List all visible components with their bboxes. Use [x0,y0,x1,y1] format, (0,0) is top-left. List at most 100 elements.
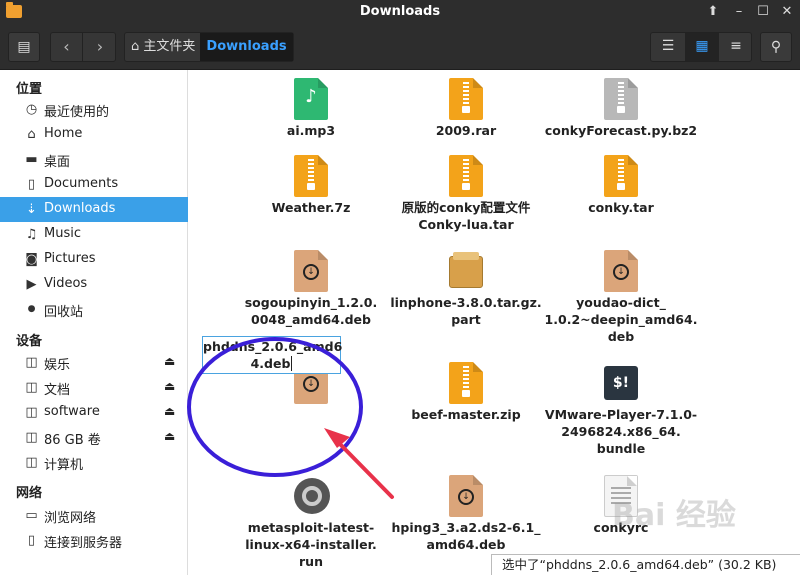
camera-icon: ◙ [25,252,38,267]
file-name: ai.mp3 [231,122,391,139]
document-icon: ▯ [27,177,36,192]
package-file-icon [449,250,483,292]
status-bar: 选中了“phddns_2.0.6_amd64.deb” (30.2 KB) [491,554,800,575]
deb-file-icon: ↓ [294,250,328,292]
breadcrumb: ⌂ 主文件夹 Downloads [124,32,294,62]
file-name-line: VMware-Player-7.1.0- [544,407,698,422]
sidebar-item-device-entertainment[interactable]: ◫ 娱乐 ⏏ [0,350,188,375]
sidebar-item-documents[interactable]: ▯ Documents [0,172,188,197]
file-name-line: 1.0.2~deepin_amd64. [544,312,698,327]
sidebar-item-recent[interactable]: ◷ 最近使用的 [0,97,188,122]
file-name-line: Weather.7z [271,200,351,215]
eject-icon[interactable]: ⏏ [164,404,175,418]
file-item[interactable]: 原版的conky配置文件 Conky-lua.tar [386,155,546,233]
archive-file-icon [449,362,483,404]
file-name-line: beef-master.zip [411,407,521,422]
file-name: sogoupinyin_1.2.0. 0048_amd64.deb [231,294,391,328]
file-name-line: run [299,554,323,569]
file-name-line: youdao-dict_ [576,295,666,310]
trash-icon: ● [27,304,36,314]
baidu-watermark: Bai 经验 [612,498,736,533]
sidebar-item-computer[interactable]: ◫ 计算机 [0,450,188,475]
maximize-up-icon[interactable]: ⬆ [704,3,722,21]
home-icon: ⌂ [27,127,36,142]
file-item[interactable]: 2009.rar [386,78,546,139]
breadcrumb-downloads[interactable]: Downloads [200,33,293,61]
file-item[interactable]: Weather.7z [231,155,391,216]
sidebar-item-device-documents[interactable]: ◫ 文档 ⏏ [0,375,188,400]
server-icon: ▯ [27,533,36,548]
close-button[interactable]: ✕ [778,3,796,21]
file-name-line: metasploit-latest- [247,520,375,535]
sidebar-item-music[interactable]: ♫ Music [0,222,188,247]
view-mode-buttons: ☰ ▦ ≡ [650,32,752,62]
file-name-line: 0048_amd64.deb [251,312,371,327]
file-item[interactable]: beef-master.zip [386,362,546,423]
file-item[interactable]: ↓ youdao-dict_ 1.0.2~deepin_amd64. deb [541,250,701,345]
search-button[interactable]: ⚲ [760,32,792,62]
list-view-icon[interactable]: ☰ [651,33,685,61]
nav-buttons: ‹ › [50,32,116,62]
file-name: Weather.7z [231,199,391,216]
breadcrumb-home[interactable]: ⌂ 主文件夹 [125,33,200,61]
file-name: metasploit-latest-linux-x64-installer. ru… [231,519,391,570]
places-header: 位置 [16,82,43,97]
sidebar-item-downloads[interactable]: ⇣ Downloads [0,197,188,222]
eject-icon[interactable]: ⏏ [164,379,175,393]
minimize-button[interactable]: – [730,3,748,21]
file-name-line: ai.mp3 [286,123,336,138]
file-item[interactable]: $! VMware-Player-7.1.0- 2496824.x86_64. bun… [541,362,701,457]
file-item[interactable]: metasploit-latest-linux-x64-installer. ru… [231,475,391,570]
video-icon: ▶ [26,277,37,292]
sidebar-item-connect-server[interactable]: ▯ 连接到服务器 [0,528,188,553]
clock-icon: ◷ [25,102,38,117]
eject-icon[interactable]: ⏏ [164,429,175,443]
file-item[interactable]: ↓ sogoupinyin_1.2.0. 0048_amd64.deb [231,250,391,328]
file-item[interactable]: conky.tar [541,155,701,216]
sidebar-item-device-software[interactable]: ◫ software ⏏ [0,400,188,425]
download-icon: ⇣ [26,202,37,217]
deb-file-icon: ↓ [449,475,483,517]
file-name: youdao-dict_ 1.0.2~deepin_amd64.deb [541,294,701,345]
audio-file-icon: ♪ [294,78,328,120]
sidebar-item-videos[interactable]: ▶ Videos [0,272,188,297]
drive-icon: ◫ [25,455,38,470]
file-name-line: linphone-3.8.0.tar.gz. [390,295,542,310]
file-item[interactable]: ♪ ai.mp3 [231,78,391,139]
file-name-line: 2009.rar [435,123,497,138]
sidebar-item-home[interactable]: ⌂ Home [0,122,188,147]
file-item[interactable]: conkyForecast.py.bz2 [541,78,701,139]
sidebar-item-browse-network[interactable]: ▭ 浏览网络 [0,503,188,528]
text-cursor [291,356,293,371]
rename-field[interactable]: phddns_2.0.6_amd6 4.deb [202,336,342,374]
back-button[interactable]: ‹ [51,33,83,61]
script-file-icon: $! [604,362,638,404]
sidebar: 位置 ◷ 最近使用的 ⌂ Home ▬ 桌面 ▯ Documents ⇣ Download… [0,70,188,575]
network-header: 网络 [16,486,43,501]
sidebar-item-device-86gb[interactable]: ◫ 86 GB 卷 ⏏ [0,425,188,450]
sidebar-toggle-button[interactable]: ▤ [8,32,40,62]
home-icon: ⌂ [131,39,140,54]
sidebar-item-trash[interactable]: ● 回收站 [0,297,188,322]
archive-file-icon [294,155,328,197]
restore-button[interactable]: ☐ [754,3,772,21]
file-name: linphone-3.8.0.tar.gz. part [386,294,546,328]
grid-view-icon[interactable]: ▦ [685,33,719,61]
file-item[interactable]: linphone-3.8.0.tar.gz. part [386,250,546,328]
file-name-line: part [451,312,481,327]
file-name: beef-master.zip [386,406,546,423]
sidebar-item-desktop[interactable]: ▬ 桌面 [0,147,188,172]
title-bar: Downloads ⬆ – ☐ ✕ [0,0,800,24]
file-name-line: Conky-lua.tar [418,217,514,232]
sidebar-item-pictures[interactable]: ◙ Pictures [0,247,188,272]
file-item[interactable]: ↓ hping3_3.a2.ds2-6.1_ amd64.deb [386,475,546,553]
archive-file-icon [604,78,638,120]
file-name-line: linux-x64-installer. [245,537,377,552]
folder-icon: ▬ [25,152,38,167]
compact-view-icon[interactable]: ≡ [719,33,753,61]
forward-button[interactable]: › [84,33,116,61]
file-name-line: conky.tar [588,200,654,215]
eject-icon[interactable]: ⏏ [164,354,175,368]
window-title: Downloads [359,4,441,19]
file-name-line: deb [607,329,635,344]
